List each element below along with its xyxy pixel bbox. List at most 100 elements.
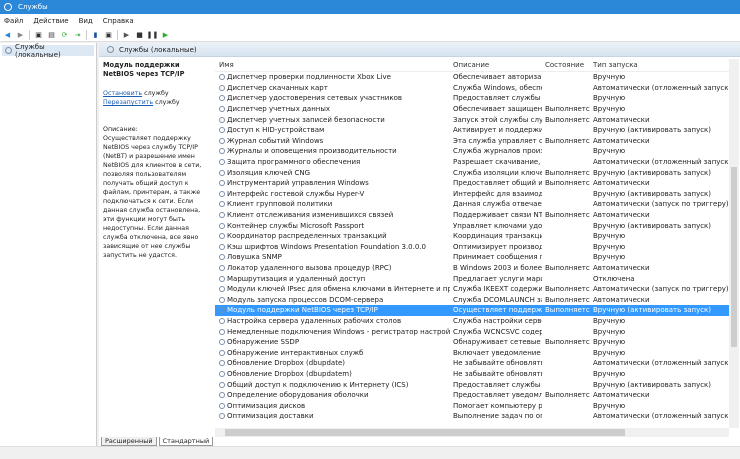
vertical-scrollbar[interactable] [729,59,739,428]
service-name: Диспетчер учетных данных [227,105,331,114]
tab-standard[interactable]: Стандартный [158,437,214,446]
scroll-thumb[interactable] [731,167,737,347]
service-name: Защита программного обеспечения [227,158,361,167]
service-name: Кэш шрифтов Windows Presentation Foundat… [227,242,426,251]
cell-startup-type: Вручную (активировать запуск) [593,306,712,315]
cell-startup-type: Автоматически (запуск по триггеру) [593,200,729,209]
table-row[interactable]: Маршрутизация и удаленный доступ Предлага… [215,273,729,284]
tab-extended[interactable]: Расширенный [101,437,157,446]
column-header-status[interactable]: Состояние [542,61,590,69]
column-header-description[interactable]: Описание [450,61,542,69]
column-header-name[interactable]: Имя [215,61,450,69]
table-row[interactable]: Определение оборудования оболочки Предост… [215,390,729,401]
table-row[interactable]: Изоляция ключей CNG Служба изоляции ключе… [215,167,729,178]
table-row[interactable]: Обновление Dropbox (dbupdatem) Не забывай… [215,369,729,380]
table-row[interactable]: Немедленные подключения Windows - регист… [215,326,729,337]
properties-icon[interactable]: ▤ [47,30,56,39]
service-gear-icon [219,339,225,346]
cell-status: Выполняется [545,168,590,177]
refresh-icon[interactable]: ⟳ [60,30,69,39]
scroll-thumb[interactable] [225,429,625,436]
table-row[interactable]: Клиент отслеживания изменившихся связей П… [215,210,729,221]
table-row[interactable]: Диспетчер учетных данных Обеспечивает защ… [215,104,729,115]
service-gear-icon [219,116,225,123]
table-row[interactable]: Локатор удаленного вызова процедур (RPC)… [215,263,729,274]
pause-icon[interactable]: ❚❚ [147,30,159,39]
service-gear-icon [219,201,225,208]
service-gear-icon [219,212,225,219]
table-row[interactable]: Оптимизация доставки Выполнение задач по … [215,411,729,422]
table-row[interactable]: Модуль запуска процессов DCOM-сервера Слу… [215,294,729,305]
service-gear-icon [219,392,225,399]
column-header-startup-type[interactable]: Тип запуска [590,61,729,69]
service-name: Определение оборудования оболочки [227,391,369,400]
table-row[interactable]: Общий доступ к подключению к Интернету (… [215,379,729,390]
service-name: Оптимизация доставки [227,412,314,421]
table-row[interactable]: Диспетчер скачанных карт Служба Windows, … [215,83,729,94]
table-row[interactable]: Диспетчер удостоверения сетевых участник… [215,93,729,104]
cell-name: Диспетчер учетных записей безопасности [215,116,450,124]
service-name: Изоляция ключей CNG [227,168,311,177]
restart-service-link[interactable]: Перезапустить [103,99,153,106]
service-gear-icon [219,317,225,324]
cell-description: Запуск этой службы служ... [453,115,542,124]
table-row[interactable]: Обновление Dropbox (dbupdate) Не забывайт… [215,358,729,369]
cell-description: Оптимизирует производи... [453,242,542,251]
cell-description: Активирует и поддержива... [453,126,542,135]
table-row[interactable]: Модули ключей IPsec для обмена ключами в… [215,284,729,295]
tree-item-services-local[interactable]: Службы (локальные) [2,43,94,59]
panel-title: Службы (локальные) [119,45,197,54]
service-name: Обновление Dropbox (dbupdatem) [227,369,352,378]
start-icon[interactable]: ▶ [122,30,131,39]
table-row[interactable]: Оптимизация дисков Помогает компьютеру ра… [215,400,729,411]
cell-name: Интерфейс гостевой службы Hyper-V [215,190,450,198]
menu-view[interactable]: Вид [79,17,93,25]
menu-action[interactable]: Действие [33,17,68,25]
table-row[interactable]: Клиент групповой политики Данная служба о… [215,199,729,210]
cell-startup-type: Вручную [593,348,626,357]
service-name: Диспетчер учетных записей безопасности [227,115,385,124]
table-row[interactable]: Диспетчер учетных записей безопасности За… [215,114,729,125]
view-icon[interactable]: ▣ [104,30,113,39]
help-icon[interactable]: ▮ [91,30,100,39]
service-gear-icon [219,190,225,197]
table-row[interactable]: Настройка сервера удаленных рабочих стол… [215,316,729,327]
table-row[interactable]: Кэш шрифтов Windows Presentation Foundat… [215,242,729,253]
table-row[interactable]: Журнал событий Windows Эта служба управля… [215,136,729,147]
cell-startup-type: Автоматически [593,136,650,145]
cell-name: Оптимизация дисков [215,402,450,410]
console-tree-icon[interactable]: ▣ [34,30,43,39]
table-row[interactable]: Диспетчер проверки подлинности Xbox Live… [215,72,729,83]
cell-startup-type: Вручную (активировать запуск) [593,168,712,177]
restart-icon[interactable]: ▶ [161,30,170,39]
table-row[interactable]: Обнаружение интерактивных служб Включает … [215,347,729,358]
stop-icon[interactable]: ■ [135,30,144,39]
service-gear-icon [219,233,225,240]
cell-description: Интерфейс для взаимоде... [453,189,542,198]
horizontal-scrollbar[interactable] [215,428,729,437]
separator [117,29,118,40]
menu-file[interactable]: Файл [4,17,23,25]
export-icon[interactable]: ⇥ [73,30,82,39]
forward-icon[interactable]: ▶ [16,30,25,39]
table-row[interactable]: Обнаружение SSDP Обнаруживает сетевые ус.… [215,337,729,348]
table-row[interactable]: Интерфейс гостевой службы Hyper-V Интерфе… [215,189,729,200]
stop-service-link[interactable]: Остановить [103,90,142,97]
table-row[interactable]: Ловушка SNMP Принимает сообщения п... Вруч… [215,252,729,263]
menu-help[interactable]: Справка [103,17,134,25]
cell-startup-type: Вручную [593,338,626,347]
cell-startup-type: Вручную [593,316,626,325]
service-gear-icon [219,243,225,250]
table-row[interactable]: Защита программного обеспечения Разрешает… [215,157,729,168]
cell-description: Управляет ключами удос... [453,221,542,230]
table-row[interactable]: Координатор распределенных транзакций Коо… [215,231,729,242]
back-icon[interactable]: ◀ [3,30,12,39]
cell-status: Выполняется [545,338,590,347]
cell-startup-type: Вручную [593,401,626,410]
table-row[interactable]: Журналы и оповещения производительности С… [215,146,729,157]
table-row[interactable]: Инструментарий управления Windows Предост… [215,178,729,189]
table-row[interactable]: Доступ к HID-устройствам Активирует и под… [215,125,729,136]
services-panel: Службы (локальные) Модуль поддержки NetB… [99,43,740,446]
table-row[interactable]: Модуль поддержки NetBIOS через TCP/IP Осу… [215,305,729,316]
table-row[interactable]: Контейнер службы Microsoft Passport Управ… [215,220,729,231]
